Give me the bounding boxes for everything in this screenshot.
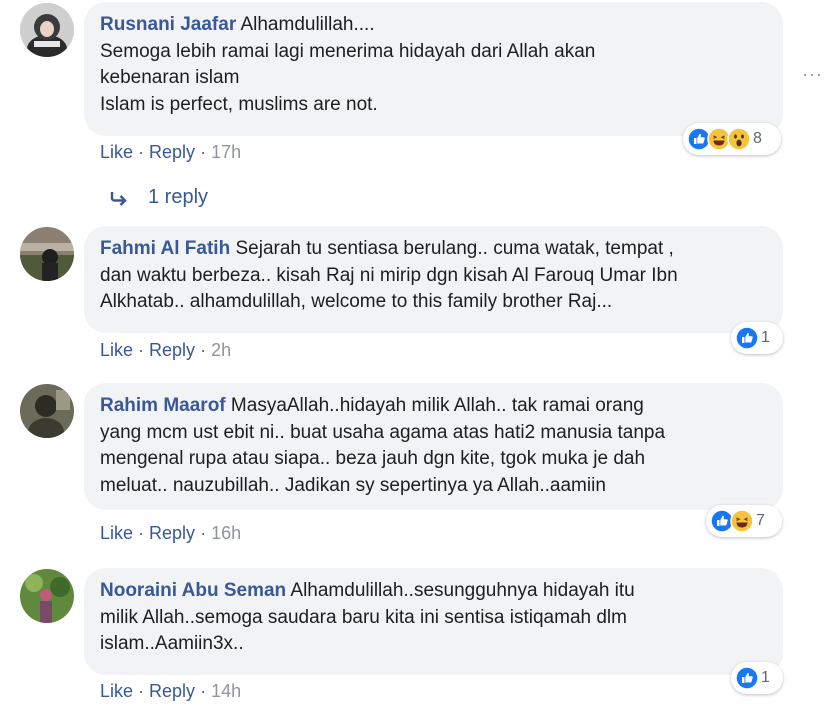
reaction-count: 1: [761, 329, 770, 346]
separator: ·: [138, 681, 145, 701]
separator: ·: [200, 523, 207, 543]
comment-actions: Like · Reply · 17h: [100, 142, 241, 163]
more-options-icon[interactable]: ···: [802, 64, 823, 85]
comment-actions: Like · Reply · 14h: [100, 681, 241, 702]
separator: ·: [138, 523, 145, 543]
avatar[interactable]: [20, 227, 74, 281]
comment-bubble: Nooraini Abu Seman Alhamdulillah..sesung…: [84, 568, 783, 675]
comment-text-line: yang mcm ust ebit ni.. buat usaha agama …: [100, 421, 666, 443]
like-button[interactable]: Like: [100, 142, 133, 162]
like-icon: [735, 326, 759, 350]
comment-text-line: mengenal rupa atau siapa.. beza jauh dgn…: [100, 448, 646, 469]
reaction-summary[interactable]: 1: [731, 662, 783, 694]
comment-text-line: meluat.. nauzubillah.. Jadikan sy sepert…: [100, 474, 606, 496]
comment-text-line: Alhamdulillah..sesungguhnya hidayah itu: [290, 580, 635, 601]
separator: ·: [200, 681, 207, 701]
reply-button[interactable]: Reply: [149, 523, 195, 543]
comment-text-line: Sejarah tu sentiasa berulang.. cuma wata…: [235, 238, 674, 259]
reaction-summary[interactable]: 1: [731, 322, 783, 354]
comment-timestamp[interactable]: 16h: [211, 523, 241, 543]
comment-timestamp[interactable]: 17h: [211, 142, 241, 162]
separator: ·: [200, 142, 207, 162]
avatar[interactable]: [20, 384, 74, 438]
like-icon: [735, 666, 759, 690]
comment-bubble: Rahim Maarof MasyaAllah..hidayah milik A…: [84, 383, 783, 510]
comment-text-line: Semoga lebih ramai lagi menerima hidayah…: [100, 40, 596, 62]
comment-author[interactable]: Fahmi Al Fatih: [100, 238, 230, 259]
comment-text-line: Islam is perfect, muslims are not.: [100, 93, 378, 115]
view-replies-label: 1 reply: [148, 186, 209, 208]
comment-actions: Like · Reply · 2h: [100, 340, 231, 361]
reply-button[interactable]: Reply: [149, 340, 195, 360]
haha-icon: [730, 509, 754, 533]
view-replies-link[interactable]: 1 reply: [108, 186, 208, 209]
comment-text-line: MasyaAllah..hidayah milik Allah.. tak ra…: [230, 395, 644, 416]
comment-timestamp[interactable]: 14h: [211, 681, 241, 701]
wow-icon: [727, 127, 751, 151]
comment-author[interactable]: Rahim Maarof: [100, 395, 226, 416]
comment-author[interactable]: Nooraini Abu Seman: [100, 580, 286, 601]
like-button[interactable]: Like: [100, 523, 133, 543]
comment-actions: Like · Reply · 16h: [100, 523, 241, 544]
comment-text-line: islam..Aamiin3x..: [100, 633, 244, 654]
comment-bubble: Rusnani Jaafar Alhamdulillah.... Semoga …: [84, 2, 783, 136]
avatar[interactable]: [20, 3, 74, 57]
comment-text-line: dan waktu berbeza.. kisah Raj ni mirip d…: [100, 264, 678, 286]
comment-author[interactable]: Rusnani Jaafar: [100, 14, 236, 35]
separator: ·: [138, 142, 145, 162]
avatar[interactable]: [20, 569, 74, 623]
comment-text-line: Alhamdulillah....: [240, 14, 375, 35]
comment-bubble: Fahmi Al Fatih Sejarah tu sentiasa berul…: [84, 226, 783, 333]
comment-timestamp[interactable]: 2h: [211, 340, 231, 360]
reply-button[interactable]: Reply: [149, 142, 195, 162]
like-button[interactable]: Like: [100, 681, 133, 701]
reply-arrow-icon: [110, 191, 127, 206]
reaction-count: 8: [753, 130, 762, 147]
separator: ·: [200, 340, 207, 360]
reaction-summary[interactable]: 8: [683, 123, 781, 155]
reaction-count: 7: [756, 512, 765, 529]
reply-button[interactable]: Reply: [149, 681, 195, 701]
reaction-count: 1: [761, 669, 770, 686]
like-button[interactable]: Like: [100, 340, 133, 360]
reaction-summary[interactable]: 7: [706, 505, 782, 537]
separator: ·: [138, 340, 145, 360]
comment-text-line: Alkhatab.. alhamdulillah, welcome to thi…: [100, 291, 613, 312]
comment-text-line: kebenaran islam: [100, 67, 240, 88]
comment-text-line: milik Allah..semoga saudara baru kita in…: [100, 606, 627, 628]
